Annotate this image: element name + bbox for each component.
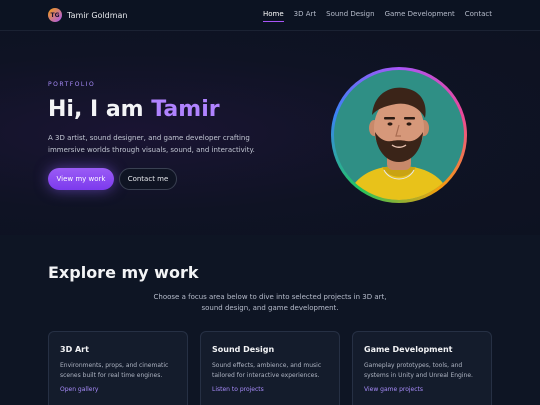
hero-title-name: Tamir — [151, 97, 220, 122]
contact-me-button[interactable]: Contact me — [119, 168, 177, 190]
card-text: Gameplay prototypes, tools, and systems … — [364, 362, 473, 379]
card-text: Environments, props, and cinematic scene… — [60, 362, 169, 379]
brand-logo: TG — [48, 8, 62, 22]
card-title: Sound Design — [212, 345, 275, 354]
card-title: 3D Art — [60, 345, 89, 354]
brand-name: Tamir Goldman — [67, 10, 128, 20]
nav-home[interactable]: Home — [262, 10, 284, 22]
nav-contact[interactable]: Contact — [465, 10, 492, 18]
brand[interactable]: TG Tamir Goldman — [48, 8, 127, 22]
view-my-work-button[interactable]: View my work — [48, 168, 114, 190]
nav-sound-design[interactable]: Sound Design — [326, 10, 374, 18]
card-game-development[interactable]: Game Development Gameplay prototypes, to… — [352, 331, 492, 405]
hero-title: Hi, I am Tamir — [48, 97, 220, 122]
nav-3d-art[interactable]: 3D Art — [294, 10, 316, 18]
hero-title-prefix: Hi, I am — [48, 97, 152, 122]
nav-links: Home 3D Art Sound Design Game Developmen… — [262, 10, 492, 22]
explore-title: Explore my work — [48, 263, 199, 282]
open-gallery-link[interactable]: Open gallery — [60, 386, 98, 393]
card-title: Game Development — [364, 345, 453, 354]
hero-kicker: PORTFOLIO — [48, 81, 96, 88]
hero-section: PORTFOLIO Hi, I am Tamir A 3D artist, so… — [0, 31, 540, 235]
listen-to-projects-link[interactable]: Listen to projects — [212, 386, 264, 393]
portrait-illustration — [346, 87, 452, 200]
card-3d-art[interactable]: 3D Art Environments, props, and cinemati… — [48, 331, 188, 405]
explore-description: Choose a focus area below to dive into s… — [153, 293, 387, 312]
profile-photo-ring — [331, 67, 467, 203]
profile-photo — [334, 70, 464, 200]
card-sound-design[interactable]: Sound Design Sound effects, ambience, an… — [200, 331, 340, 405]
hero-description: A 3D artist, sound designer, and game de… — [48, 134, 255, 154]
view-game-projects-link[interactable]: View game projects — [364, 386, 423, 393]
card-text: Sound effects, ambience, and music tailo… — [212, 362, 322, 379]
nav-game-development[interactable]: Game Development — [385, 10, 455, 18]
explore-section: Explore my work Choose a focus area belo… — [0, 235, 540, 405]
top-navbar: TG Tamir Goldman Home 3D Art Sound Desig… — [0, 0, 540, 31]
